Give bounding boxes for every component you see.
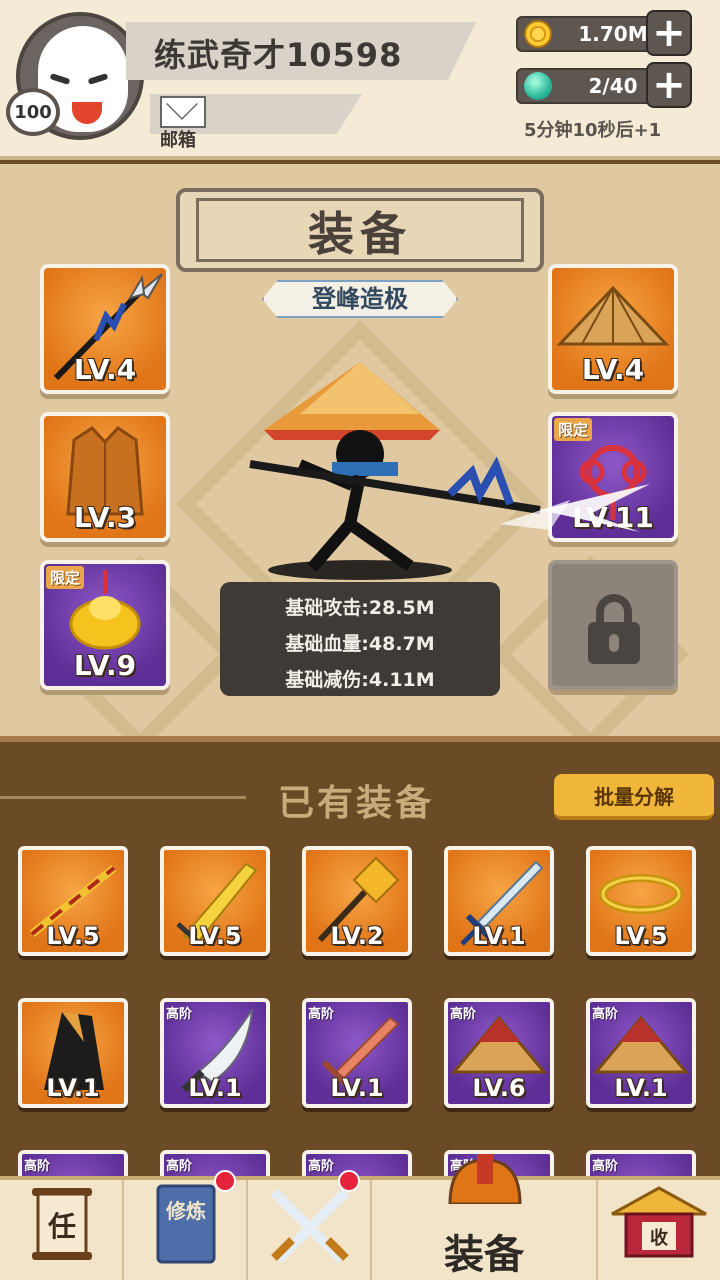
nav-tasks[interactable]: 任 [0,1180,124,1280]
inventory-item[interactable]: LV.5 [18,846,128,956]
crossed-swords-icon [270,1188,350,1264]
slot-level: LV.3 [73,501,137,534]
rank-label: 登峰造极 [262,280,458,318]
stat-hp: 基础血量:48.7M [285,633,435,655]
item-level: LV.5 [188,922,242,950]
item-level: LV.2 [330,922,384,950]
item-level: LV.1 [472,922,526,950]
advanced-tag: 高阶 [592,1007,619,1022]
inventory-item[interactable]: LV.1 [18,998,128,1108]
inventory-item[interactable]: LV.5 [160,846,270,956]
owned-title: 已有装备 [278,783,435,824]
slot-weapon[interactable]: LV.4 [40,264,170,394]
advanced-tag: 高阶 [308,1007,335,1022]
notification-dot [338,1170,360,1192]
item-level: LV.5 [614,922,668,950]
inventory-item[interactable]: 高阶 LV.1 [302,998,412,1108]
advanced-tag: 高阶 [166,1007,193,1022]
energy-timer: 5分钟10秒后+1 [524,120,662,141]
nav-collect[interactable]: 收 [598,1180,720,1280]
coin-icon [524,20,552,48]
inventory-item[interactable]: 高阶 LV.1 [160,998,270,1108]
player-name: 练武奇才10598 [154,36,403,74]
inventory-item[interactable]: 高阶 LV.1 [586,998,696,1108]
nav-equipment-active[interactable]: 装备 [372,1154,598,1280]
inventory-item[interactable]: LV.1 [444,846,554,956]
nav-battle[interactable] [248,1170,372,1280]
item-level: LV.1 [614,1074,668,1102]
advanced-tag: 高阶 [308,1159,335,1174]
hero-stickman [249,362,650,580]
stat-damage-reduction: 基础减伤:4.11M [285,669,435,691]
notification-dot [214,1170,236,1192]
player-level-badge: 100 [6,88,60,136]
item-level: LV.1 [330,1074,384,1102]
mail-icon[interactable] [160,96,206,128]
pagoda-shop-icon: 收 [611,1186,707,1258]
equip-tab-label: 装备 [444,1232,524,1278]
inventory-item[interactable]: 高阶 LV.6 [444,998,554,1108]
bottom-nav: 任 修炼 装备 收 [0,1154,720,1280]
inventory-item[interactable]: LV.2 [302,846,412,956]
cultivate-book-icon: 修炼 [156,1184,216,1264]
add-energy-button[interactable]: + [646,62,692,108]
item-level: LV.1 [188,1074,242,1102]
item-level: LV.6 [472,1074,526,1102]
add-coins-button[interactable]: + [646,10,692,56]
slot-armor[interactable]: LV.3 [40,412,170,542]
energy-gem-icon [524,72,552,100]
slot-level: LV.9 [73,649,137,682]
advanced-tag: 高阶 [450,1007,477,1022]
task-icon-text: 任 [47,1210,76,1243]
bulk-dismantle-button[interactable]: 批量分解 [554,774,714,820]
item-level: LV.1 [46,1074,100,1102]
slot-level: LV.4 [73,353,137,386]
cultivate-icon-text: 修炼 [165,1199,206,1223]
stat-attack: 基础攻击:28.5M [285,597,435,619]
mailbox-label[interactable]: 邮箱 [160,126,196,152]
advanced-tag: 高阶 [166,1159,193,1174]
item-level: LV.5 [46,922,100,950]
nav-cultivate[interactable]: 修炼 [124,1170,248,1280]
advanced-tag: 高阶 [24,1159,51,1174]
base-stats-box: 基础攻击:28.5M 基础血量:48.7M 基础减伤:4.11M [220,582,500,696]
task-scroll-icon: 任 [32,1188,92,1260]
collect-icon-text: 收 [650,1227,668,1249]
inventory-item[interactable]: LV.5 [586,846,696,956]
top-header: 100 练武奇才10598 邮箱 1.70M + 2/40 + 5分钟10秒后+… [0,0,720,160]
divider [0,796,246,799]
owned-equipment-section: 已有装备 批量分解 LV.5 LV.5 LV.2 LV.1 LV.5 LV.1 … [0,736,720,1260]
equipment-panel: 装备 登峰造极 LV.4 LV.3 限定 LV.9 LV.4 限定 LV.11 … [0,164,720,753]
panel-title: 装备 [308,207,412,261]
slot-accessory[interactable]: 限定 LV.9 [40,560,170,690]
helmet-icon [448,1154,522,1204]
limited-tag: 限定 [46,566,85,589]
lock-icon [588,594,640,664]
